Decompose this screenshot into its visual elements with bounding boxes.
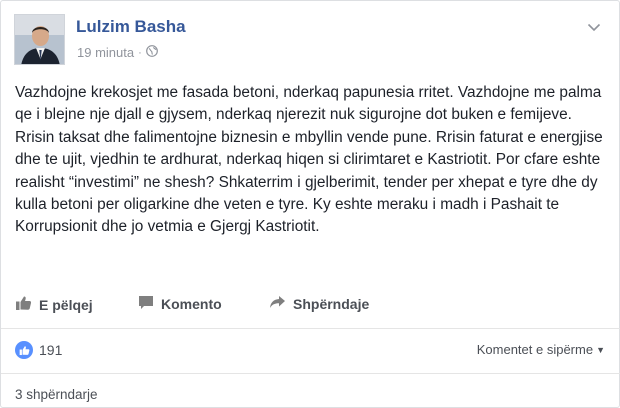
like-label: E pëlqej (39, 296, 93, 313)
share-button[interactable]: Shpërndaje (269, 295, 369, 312)
comment-label: Komento (161, 296, 222, 312)
post-timestamp[interactable]: 19 minuta (77, 45, 134, 60)
thumbs-up-icon (15, 295, 32, 314)
post-text: Vazhdojne krekosjet me fasada betoni, nd… (15, 84, 603, 236)
divider (1, 373, 620, 374)
globe-icon[interactable] (145, 45, 158, 60)
reaction-count[interactable]: 191 (15, 341, 62, 359)
comment-sort-dropdown[interactable]: Komentet e sipërme ▼ (477, 342, 605, 357)
caret-down-icon: ▼ (596, 344, 605, 355)
comment-button[interactable]: Komento (138, 295, 222, 313)
chevron-down-icon[interactable] (587, 19, 601, 37)
author-name[interactable]: Lulzim Basha (76, 17, 186, 37)
avatar[interactable] (14, 14, 65, 65)
like-reaction-icon (15, 341, 33, 359)
share-label: Shpërndaje (293, 295, 370, 312)
divider (1, 328, 620, 329)
meta-separator: · (138, 46, 142, 59)
comment-icon (138, 295, 154, 313)
share-arrow-icon (269, 295, 286, 312)
likes-count: 191 (39, 342, 63, 358)
shares-count[interactable]: 3 shpërndarje (15, 387, 98, 402)
post-meta: 19 minuta · (77, 45, 158, 60)
sort-label: Komentet e sipërme (476, 342, 594, 357)
like-button[interactable]: E pëlqej (15, 295, 93, 314)
post-card: Lulzim Basha 19 minuta · Vazhdojne kreko… (0, 0, 620, 408)
